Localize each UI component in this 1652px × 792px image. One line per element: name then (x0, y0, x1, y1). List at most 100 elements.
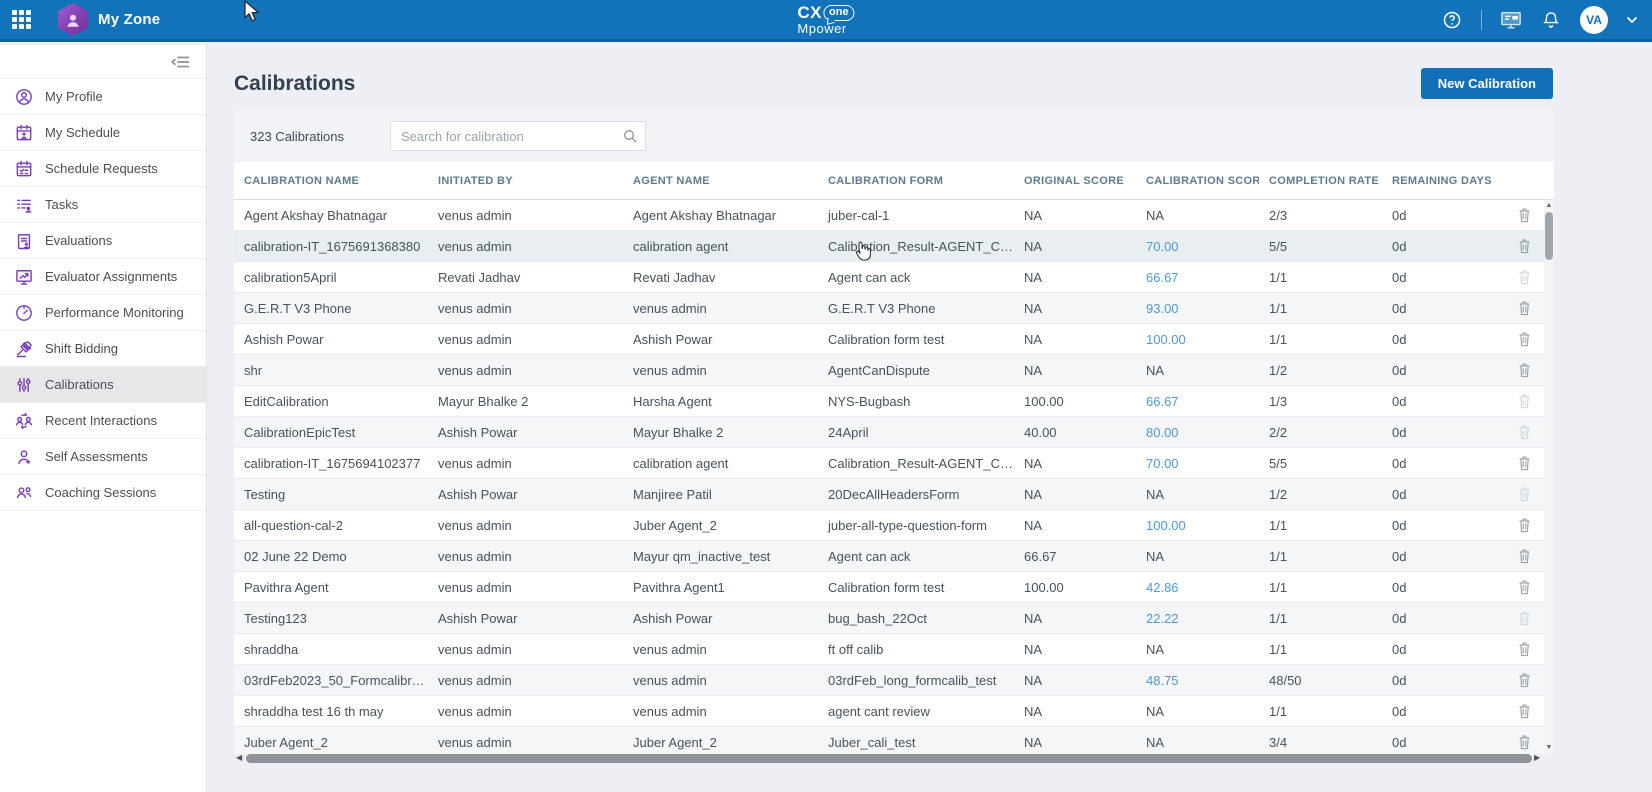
sidebar-item-evaluations[interactable]: Evaluations (0, 223, 206, 259)
delete-trash-icon[interactable] (1504, 610, 1544, 626)
chevron-down-icon[interactable] (1626, 16, 1638, 24)
delete-trash-icon[interactable] (1504, 300, 1544, 316)
cell-calibration-score[interactable]: 100.00 (1136, 518, 1259, 533)
vertical-scroll-thumb[interactable] (1545, 212, 1553, 260)
delete-trash-icon[interactable] (1504, 362, 1544, 378)
cell-initiated-by: venus admin (428, 332, 623, 347)
page-title: Calibrations (234, 72, 355, 96)
cell-calibration-score[interactable]: 70.00 (1136, 456, 1259, 471)
delete-trash-icon[interactable] (1504, 672, 1544, 688)
scroll-up-arrow[interactable]: ▲ (1544, 201, 1554, 211)
cxone-mpower-logo: CX one Mpower (797, 4, 854, 35)
collapse-menu-icon[interactable] (170, 55, 190, 69)
sidebar-item-shift-bidding[interactable]: Shift Bidding (0, 331, 206, 367)
search-icon[interactable] (622, 128, 638, 149)
table-row[interactable]: 02 June 22 Demo venus admin Mayur qm_ina… (234, 541, 1554, 572)
table-row[interactable]: calibration-IT_1675694102377 venus admin… (234, 448, 1554, 479)
delete-trash-icon[interactable] (1504, 331, 1544, 347)
cell-original-score: 100.00 (1014, 580, 1136, 595)
delete-trash-icon[interactable] (1504, 486, 1544, 502)
cell-calibration-score[interactable]: 42.86 (1136, 580, 1259, 595)
delete-trash-icon[interactable] (1504, 238, 1544, 254)
table-row[interactable]: shraddha test 16 th may venus admin venu… (234, 696, 1554, 727)
table-row[interactable]: Ashish Powar venus admin Ashish Powar Ca… (234, 324, 1554, 355)
scroll-down-arrow[interactable]: ▼ (1544, 743, 1554, 753)
table-row[interactable]: shr venus admin venus admin AgentCanDisp… (234, 355, 1554, 386)
notifications-bell-icon[interactable] (1540, 9, 1562, 31)
cell-calibration-score[interactable]: 66.67 (1136, 270, 1259, 285)
cell-initiated-by: Ashish Powar (428, 611, 623, 626)
table-row[interactable]: shraddha venus admin venus admin ft off … (234, 634, 1554, 665)
cell-original-score: NA (1014, 642, 1136, 657)
sidebar-item-self-assessments[interactable]: Self Assessments (0, 439, 206, 475)
column-header-calibration-score[interactable]: CALIBRATION SCORE (1136, 175, 1259, 187)
delete-trash-icon[interactable] (1504, 703, 1544, 719)
sidebar-item-recent-interactions[interactable]: Recent Interactions (0, 403, 206, 439)
table-row[interactable]: Testing Ashish Powar Manjiree Patil 20De… (234, 479, 1554, 510)
table-row[interactable]: all-question-cal-2 venus admin Juber Age… (234, 510, 1554, 541)
table-row[interactable]: Agent Akshay Bhatnagar venus admin Agent… (234, 200, 1554, 231)
table-row[interactable]: 03rdFeb2023_50_Formcalibratio... venus a… (234, 665, 1554, 696)
delete-trash-icon[interactable] (1504, 517, 1544, 533)
help-icon[interactable] (1441, 9, 1463, 31)
table-row[interactable]: calibration-IT_1675691368380 venus admin… (234, 231, 1554, 262)
table-row[interactable]: Pavithra Agent venus admin Pavithra Agen… (234, 572, 1554, 603)
mouse-cursor-arrow (243, 0, 262, 27)
cell-initiated-by: venus admin (428, 735, 623, 750)
sidebar-item-evaluator-assignments[interactable]: Evaluator Assignments (0, 259, 206, 295)
cell-remaining-days: 0d (1382, 580, 1504, 595)
delete-trash-icon[interactable] (1504, 424, 1544, 440)
column-header-initiated-by[interactable]: INITIATED BY (428, 175, 623, 187)
cell-agent-name: Juber Agent_2 (623, 518, 818, 533)
sidebar-item-calibrations[interactable]: Calibrations (0, 367, 206, 403)
table-row[interactable]: calibration5April Revati Jadhav Revati J… (234, 262, 1554, 293)
table-row[interactable]: EditCalibration Mayur Bhalke 2 Harsha Ag… (234, 386, 1554, 417)
sidebar-item-my-schedule[interactable]: My Schedule (0, 115, 206, 151)
sidebar-item-my-profile[interactable]: My Profile (0, 79, 206, 115)
scroll-left-arrow[interactable]: ◀ (236, 753, 244, 763)
cell-calibration-score[interactable]: 70.00 (1136, 239, 1259, 254)
cell-original-score: 66.67 (1014, 549, 1136, 564)
table-row[interactable]: CalibrationEpicTest Ashish Powar Mayur B… (234, 417, 1554, 448)
cell-calibration-score[interactable]: 100.00 (1136, 332, 1259, 347)
horizontal-scroll-thumb[interactable] (246, 754, 1532, 763)
cell-original-score: NA (1014, 332, 1136, 347)
delete-trash-icon[interactable] (1504, 393, 1544, 409)
scroll-right-arrow[interactable]: ▶ (1534, 753, 1542, 763)
avatar[interactable]: VA (1580, 6, 1608, 34)
table-row[interactable]: Testing123 Ashish Powar Ashish Powar bug… (234, 603, 1554, 634)
cell-calibration-score[interactable]: 93.00 (1136, 301, 1259, 316)
cell-original-score: NA (1014, 239, 1136, 254)
horizontal-scrollbar[interactable]: ◀ ▶ (236, 753, 1542, 763)
new-calibration-button[interactable]: New Calibration (1421, 68, 1553, 99)
column-header-calibration-form[interactable]: CALIBRATION FORM (818, 175, 1014, 187)
cell-remaining-days: 0d (1382, 301, 1504, 316)
column-header-remaining-days[interactable]: REMAINING DAYS (1382, 175, 1504, 187)
cell-calibration-score[interactable]: 22.22 (1136, 611, 1259, 626)
delete-trash-icon[interactable] (1504, 548, 1544, 564)
sidebar-item-performance-monitoring[interactable]: Performance Monitoring (0, 295, 206, 331)
column-header-agent-name[interactable]: AGENT NAME (623, 175, 818, 187)
screen-share-icon[interactable] (1500, 9, 1522, 31)
vertical-scrollbar[interactable]: ▲ ▼ (1544, 200, 1554, 754)
sidebar-item-schedule-requests[interactable]: Schedule Requests (0, 151, 206, 187)
cell-calibration-score[interactable]: 48.75 (1136, 673, 1259, 688)
cell-completion-rate: 48/50 (1259, 673, 1382, 688)
cell-calibration-score[interactable]: 66.67 (1136, 394, 1259, 409)
app-grid-icon[interactable] (0, 0, 42, 39)
sidebar-item-coaching-sessions[interactable]: Coaching Sessions (0, 475, 206, 511)
delete-trash-icon[interactable] (1504, 455, 1544, 471)
delete-trash-icon[interactable] (1504, 579, 1544, 595)
search-input[interactable] (390, 121, 646, 151)
column-header-original-score[interactable]: ORIGINAL SCORE (1014, 175, 1136, 187)
delete-trash-icon[interactable] (1504, 641, 1544, 657)
column-header-calibration-name[interactable]: CALIBRATION NAME (234, 175, 428, 187)
table-row[interactable]: Juber Agent_2 venus admin Juber Agent_2 … (234, 727, 1554, 754)
column-header-completion-rate[interactable]: COMPLETION RATE (1259, 175, 1382, 187)
delete-trash-icon[interactable] (1504, 207, 1544, 223)
delete-trash-icon[interactable] (1504, 734, 1544, 750)
table-row[interactable]: G.E.R.T V3 Phone venus admin venus admin… (234, 293, 1554, 324)
sidebar-item-tasks[interactable]: Tasks (0, 187, 206, 223)
cell-calibration-score[interactable]: 80.00 (1136, 425, 1259, 440)
delete-trash-icon[interactable] (1504, 269, 1544, 285)
